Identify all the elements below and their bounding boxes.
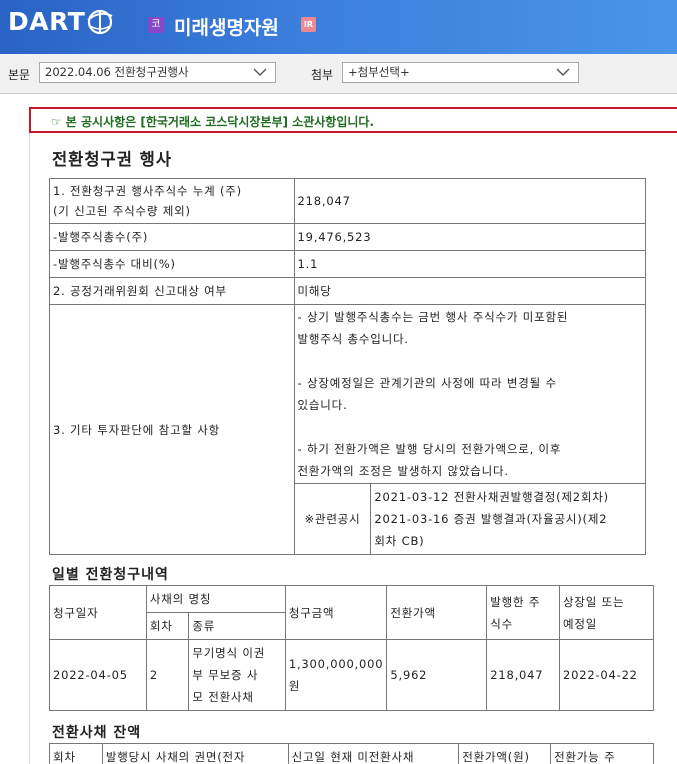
table-row: 2022-04-05 2 무기명식 이권 부 무보증 사 모 전환사채 1,30… [49, 639, 655, 711]
summary-table: 1. 전환청구권 행사주식수 누계 (주) (기 신고된 주식수량 제외) 21… [49, 178, 647, 555]
chevron-down-icon [253, 68, 267, 76]
related-disclosure-link[interactable]: 2021-03-16 증권 발행결과(자율공시)(제2 회차 CB) [374, 508, 642, 552]
table-row: 회차 발행당시 사채의 권면(전자 신고일 현재 미전환사채 전환가액(원) 전… [49, 743, 654, 764]
kosdaq-badge: 코 [148, 17, 164, 33]
table-row: 2. 공정거래위원회 신고대상 여부 미해당 [49, 277, 647, 305]
ir-badge[interactable]: IR [301, 17, 316, 32]
balance-section-title: 전환사채 잔액 [52, 725, 142, 741]
document-title: 전환청구권 행사 [52, 150, 173, 169]
chevron-down-icon [556, 68, 570, 76]
related-disclosure-link[interactable]: 2021-03-12 전환사채권발행결정(제2회차) [374, 486, 642, 508]
attachment-label: 첨부 [311, 68, 334, 82]
table-row: 1. 전환청구권 행사주식수 누계 (주) (기 신고된 주식수량 제외) 21… [49, 178, 647, 224]
table-row: 3. 기타 투자판단에 참고할 사항 - 상기 발행주식총수는 금번 행사 주식… [49, 304, 647, 555]
table-row: -발행주식총수(주) 19,476,523 [49, 223, 647, 251]
daily-conversion-table: 청구일자 사채의 명칭 청구금액 전환가액 발행한 주 식수 상장일 또는 예정… [49, 585, 655, 711]
document-selector-bar: 본문 2022.04.06 전환청구권행사 첨부 +첨부선택+ [0, 54, 677, 94]
pointing-hand-icon: ☞ [51, 115, 62, 129]
document-content[interactable]: ☞ 본 공시사항은 [한국거래소 코스닥시장본부] 소관사항입니다. 전환청구권 … [0, 94, 677, 764]
bond-balance-table: 회차 발행당시 사채의 권면(전자 신고일 현재 미전환사채 전환가액(원) 전… [49, 743, 654, 764]
globe-logo-icon [87, 9, 113, 35]
daily-section-title: 일별 전환청구내역 [52, 567, 169, 583]
main-doc-select[interactable]: 2022.04.06 전환청구권행사 [39, 62, 276, 83]
dart-logo[interactable]: DART [8, 7, 113, 36]
app-header: DART 코 미래생명자원 IR [0, 0, 677, 54]
table-row: 청구일자 사채의 명칭 청구금액 전환가액 발행한 주 식수 상장일 또는 예정… [49, 585, 655, 640]
jurisdiction-notice: ☞ 본 공시사항은 [한국거래소 코스닥시장본부] 소관사항입니다. [29, 107, 677, 133]
main-doc-label: 본문 [8, 68, 31, 82]
attachment-select[interactable]: +첨부선택+ [342, 62, 579, 83]
table-row: -발행주식총수 대비(%) 1.1 [49, 250, 647, 278]
company-name[interactable]: 미래생명자원 [174, 13, 279, 40]
